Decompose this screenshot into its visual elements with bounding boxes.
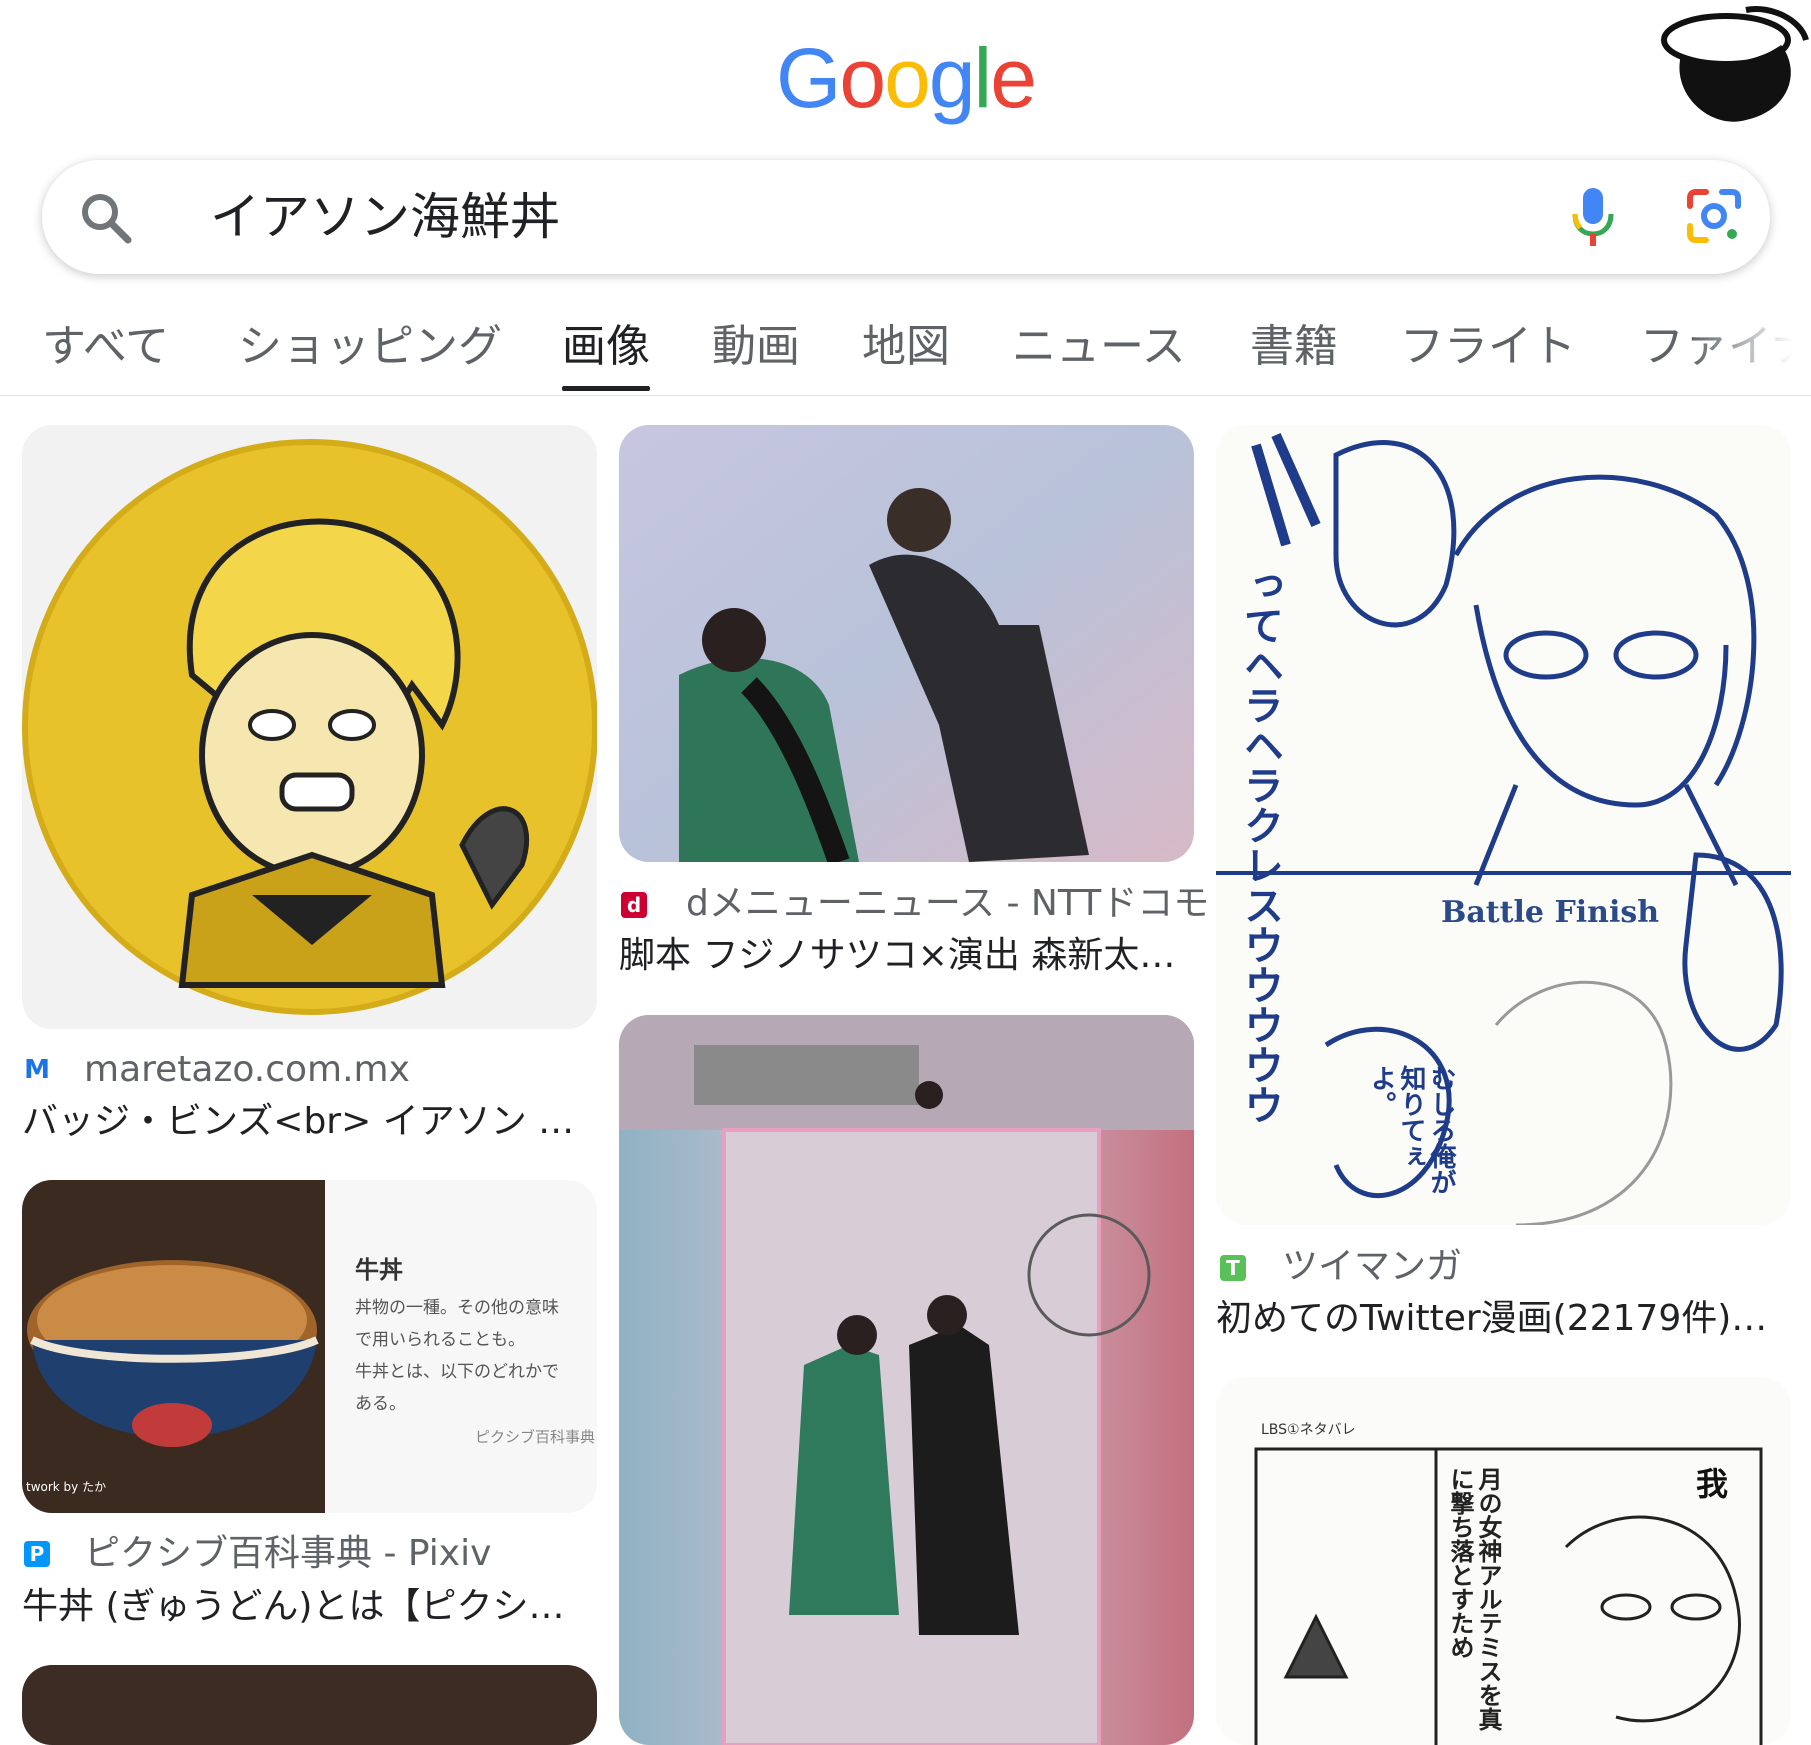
logo-letter: o	[839, 31, 886, 125]
result-source[interactable]: ツイマンガ	[1282, 1243, 1462, 1291]
result-thumbnail-room-photo[interactable]	[619, 1015, 1194, 1745]
logo-letter: e	[990, 31, 1037, 125]
logo-letter: l	[973, 31, 993, 125]
tab-videos[interactable]: 動画	[712, 315, 800, 379]
photo-credit: twork by たか	[26, 1480, 107, 1494]
pixiv-favicon: P	[24, 1541, 50, 1567]
google-lens-icon[interactable]	[1682, 184, 1746, 248]
result-thumbnail-gyudon[interactable]: twork by たか 牛丼 丼物の一種。その他の意味 で用いられることも。 牛…	[22, 1180, 597, 1513]
tab-maps[interactable]: 地図	[862, 315, 950, 379]
logo-letter: G	[776, 31, 841, 125]
microphone-icon[interactable]	[1566, 184, 1620, 250]
manga-ware: 我	[1696, 1465, 1729, 1503]
result-title[interactable]: バッジ・ビンズ<br> イアソン 「Fa...	[22, 1098, 597, 1146]
account-avatar[interactable]	[1651, 0, 1811, 135]
docomo-favicon: d	[621, 892, 647, 918]
manga-battle-finish: Battle Finish	[1441, 895, 1660, 930]
thumb-body-line: ある。	[355, 1394, 406, 1414]
logo-letter: o	[884, 31, 931, 125]
result-source[interactable]: ピクシブ百科事典 - Pixiv	[84, 1530, 491, 1578]
result-title[interactable]: 初めてのTwitter漫画(22179件)【...	[1216, 1295, 1791, 1343]
search-tabs: すべて ショッピング 画像 動画 地図 ニュース 書籍 フライト ファイナ	[0, 315, 1811, 396]
thumb-body-line: で用いられることも。	[355, 1330, 525, 1350]
tab-books[interactable]: 書籍	[1250, 315, 1338, 379]
thumb-heading: 牛丼	[355, 1256, 403, 1284]
thumb-footer: ピクシブ百科事典	[474, 1428, 595, 1446]
gyudon-photo: twork by たか	[22, 1180, 325, 1513]
google-logo[interactable]: Google	[0, 28, 1811, 128]
result-thumbnail-stage-photo[interactable]	[619, 425, 1194, 862]
maretazo-favicon: M	[24, 1055, 50, 1085]
tuimanga-favicon: T	[1220, 1255, 1246, 1281]
manga-bubble-text: むしろ俺が知りてぇよ。	[1366, 1065, 1456, 1195]
logo-letter: g	[928, 31, 976, 125]
result-thumbnail-manga-2[interactable]: LBS①ネタバレ 我 月の女神アルテミスを真に撃ち落とすため	[1216, 1377, 1791, 1745]
manga-vertical-text: 月の女神アルテミスを真に撃ち落とすため	[1446, 1467, 1502, 1731]
tab-all[interactable]: すべて	[42, 315, 169, 379]
tab-images[interactable]: 画像	[562, 315, 650, 391]
thumb-body-line: 牛丼とは、以下のどれかで	[355, 1362, 559, 1382]
tab-shopping[interactable]: ショッピング	[238, 315, 502, 379]
result-source[interactable]: maretazo.com.mx	[84, 1046, 410, 1094]
result-title[interactable]: 脚本 フジノサツコ×演出 森新太郎 ...	[619, 932, 1194, 980]
thumb-body: 丼物の一種。その他の意味 で用いられることも。 牛丼とは、以下のどれかで ある。	[355, 1292, 559, 1420]
result-thumbnail-badge[interactable]	[22, 425, 597, 1029]
tab-flights[interactable]: フライト	[1400, 315, 1576, 379]
manga-side-text: ってヘラヘラクレスウウウウウ	[1237, 565, 1283, 1125]
tab-news[interactable]: ニュース	[1012, 315, 1186, 379]
result-thumbnail-manga[interactable]: ってヘラヘラクレスウウウウウ Battle Finish むしろ俺が知りてぇよ。	[1216, 425, 1791, 1225]
search-icon[interactable]	[76, 188, 136, 248]
result-source[interactable]: dメニューニュース - NTTドコモ	[686, 880, 1209, 928]
thumb-body-line: 丼物の一種。その他の意味	[355, 1298, 559, 1318]
search-input[interactable]: イアソン海鮮丼	[210, 184, 560, 250]
result-title[interactable]: 牛丼 (ぎゅうどん)とは【ピクシブ...	[22, 1583, 597, 1631]
search-box[interactable]: イアソン海鮮丼	[42, 160, 1770, 274]
result-thumbnail-partial[interactable]	[22, 1665, 597, 1745]
tabs-fade	[1691, 315, 1811, 394]
